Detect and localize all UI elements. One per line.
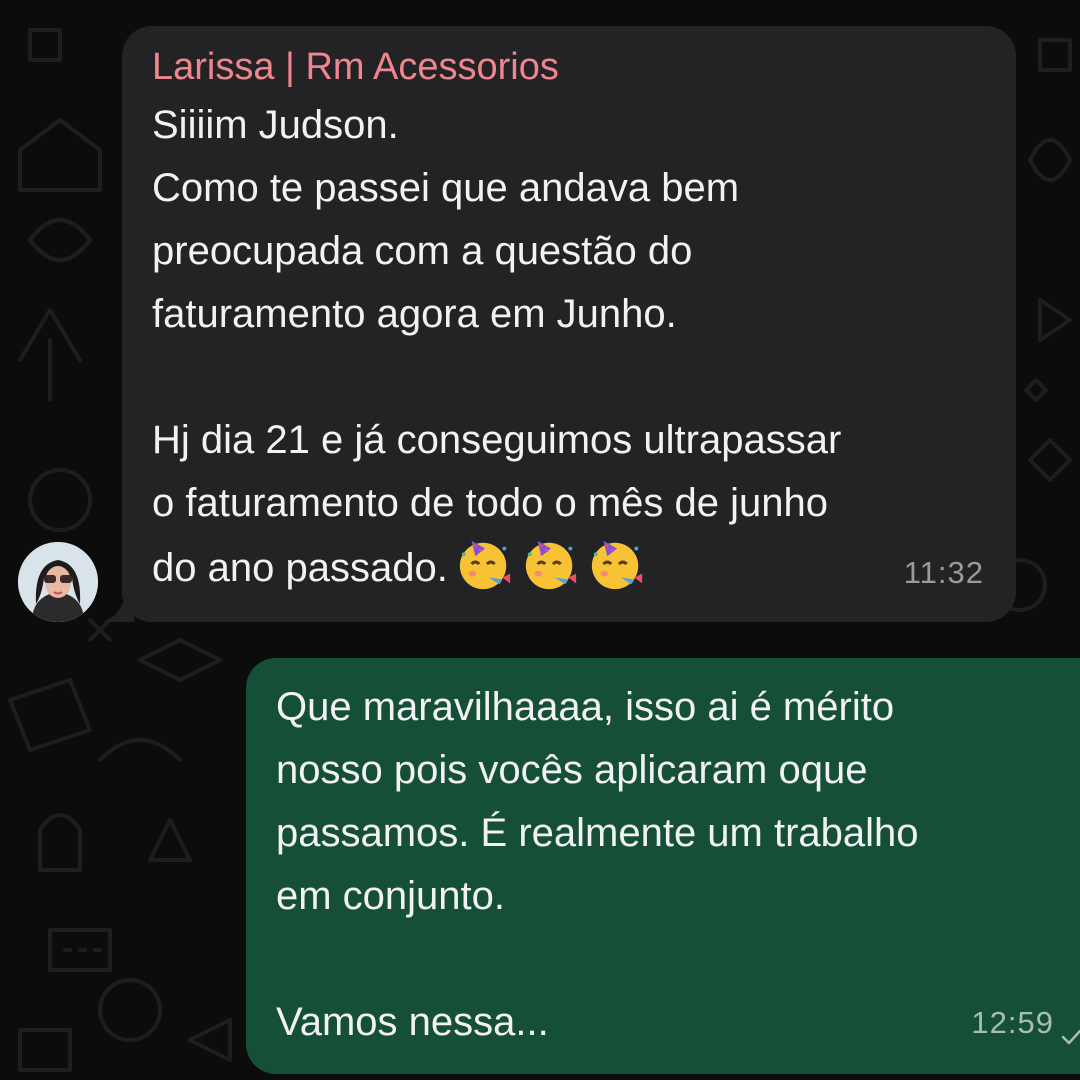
partying-face-emoji [525,540,576,590]
outgoing-timestamp: 12:59 [971,1005,1054,1040]
chat-view: Larissa | Rm Acessorios Siiiim Judson. C… [0,0,1080,1080]
outgoing-message-bubble[interactable]: Que maravilhaaaa, isso ai é mérito nosso… [246,658,1080,1074]
check-icon [1061,1029,1080,1045]
emoji-group [448,540,646,590]
partying-face-emoji [591,540,642,590]
outgoing-message-text: Que maravilhaaaa, isso ai é mérito nosso… [276,685,919,1044]
incoming-message-bubble[interactable]: Larissa | Rm Acessorios Siiiim Judson. C… [104,26,1016,622]
incoming-timestamp: 11:32 [903,555,984,590]
bubble-tail-icon [104,592,134,622]
incoming-message-text: Siiiim Judson. Como te passei que andava… [152,94,986,600]
contact-avatar[interactable] [18,542,98,622]
incoming-message-body: Siiiim Judson. Como te passei que andava… [152,103,842,590]
partying-face-emoji [459,540,510,590]
sender-name[interactable]: Larissa | Rm Acessorios [152,42,986,92]
